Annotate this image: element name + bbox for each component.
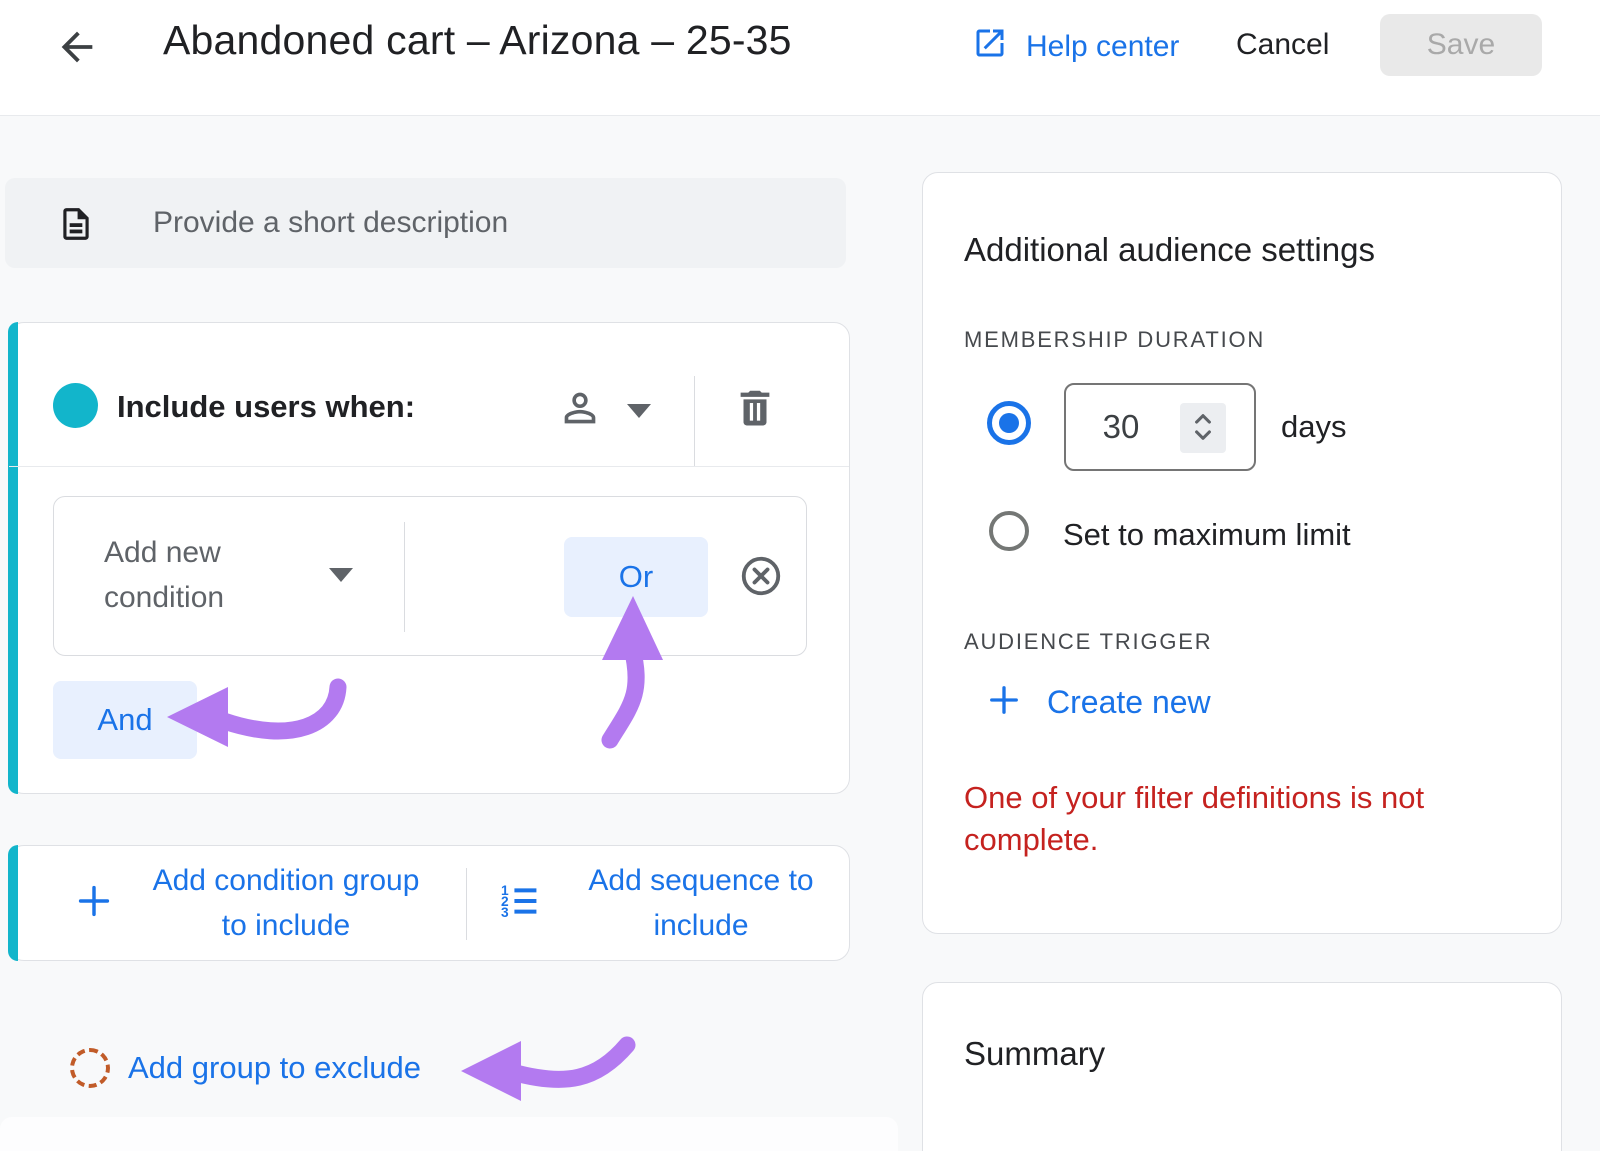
plus-icon (983, 679, 1025, 726)
create-new-trigger-button[interactable]: Create new (983, 679, 1211, 726)
header-divider (694, 376, 695, 466)
settings-panel-title: Additional audience settings (964, 231, 1375, 269)
card-divider (9, 466, 849, 467)
chevron-down-icon (329, 568, 353, 582)
cancel-button[interactable]: Cancel (1236, 28, 1329, 62)
max-limit-radio-unselected[interactable] (989, 511, 1029, 551)
close-circle-icon (738, 587, 784, 602)
add-new-condition-label: Add new condition (104, 530, 284, 620)
open-in-new-icon (972, 25, 1008, 69)
create-new-label: Create new (1047, 684, 1211, 721)
add-group-to-exclude-button[interactable]: Add group to exclude (70, 1048, 421, 1088)
filter-error-message: One of your filter definitions is not co… (964, 777, 1454, 861)
membership-days-field (1064, 383, 1256, 471)
chevron-down-icon (627, 404, 651, 418)
page-title: Abandoned cart – Arizona – 25-35 (163, 17, 792, 64)
membership-days-radio-selected[interactable] (987, 401, 1031, 445)
group-color-dot (53, 383, 98, 428)
help-center-label: Help center (1026, 30, 1179, 64)
audience-builder-page: Abandoned cart – Arizona – 25-35 Help ce… (0, 0, 1600, 1151)
dashed-circle-icon (70, 1048, 110, 1088)
description-field-container (5, 178, 846, 268)
header-bar: Abandoned cart – Arizona – 25-35 Help ce… (0, 0, 1600, 116)
include-condition-group-card: Include users when: Add new condition Or (8, 322, 850, 794)
next-section-edge (0, 1117, 898, 1151)
trash-icon (732, 419, 778, 434)
membership-days-input[interactable] (1076, 385, 1166, 469)
condition-row: Add new condition Or (53, 496, 807, 656)
condition-divider (404, 522, 405, 632)
add-group-actions-bar: Add condition group to include 1 2 3 Add… (8, 845, 850, 961)
arrow-to-exclude (461, 1041, 627, 1101)
stepper-chevrons-icon (1186, 408, 1220, 449)
add-new-condition-dropdown[interactable]: Add new condition (104, 530, 404, 620)
actions-divider (466, 868, 467, 940)
membership-duration-label: MEMBERSHIP DURATION (964, 327, 1265, 353)
additional-audience-settings-card: Additional audience settings MEMBERSHIP … (922, 172, 1562, 934)
include-users-when-title: Include users when: (117, 389, 415, 425)
summary-title: Summary (964, 1035, 1105, 1073)
max-limit-label[interactable]: Set to maximum limit (1063, 517, 1351, 553)
or-operator-button[interactable]: Or (564, 537, 708, 617)
add-sequence-button[interactable]: 1 2 3 Add sequence to include (497, 846, 841, 960)
numbered-list-icon: 1 2 3 (497, 879, 541, 928)
back-button[interactable] (52, 23, 102, 73)
save-button[interactable]: Save (1380, 14, 1542, 76)
scope-selector-dropdown[interactable] (557, 385, 651, 436)
add-sequence-label: Add sequence to include (561, 858, 841, 948)
days-unit-label: days (1281, 409, 1346, 445)
add-condition-group-button[interactable]: Add condition group to include (71, 846, 431, 960)
person-icon (557, 385, 603, 436)
delete-group-button[interactable] (731, 385, 779, 433)
and-operator-button[interactable]: And (53, 681, 197, 759)
plus-icon (71, 878, 117, 929)
audience-trigger-label: AUDIENCE TRIGGER (964, 629, 1212, 655)
remove-condition-button[interactable] (738, 553, 784, 599)
help-center-link[interactable]: Help center (972, 25, 1179, 69)
back-arrow-icon (54, 58, 100, 73)
add-condition-group-label: Add condition group to include (141, 858, 431, 948)
add-group-to-exclude-label: Add group to exclude (128, 1050, 421, 1086)
summary-card: Summary (922, 982, 1562, 1151)
description-input[interactable] (153, 178, 823, 268)
svg-text:3: 3 (501, 904, 509, 919)
document-icon (57, 203, 95, 250)
days-stepper[interactable] (1180, 403, 1226, 453)
